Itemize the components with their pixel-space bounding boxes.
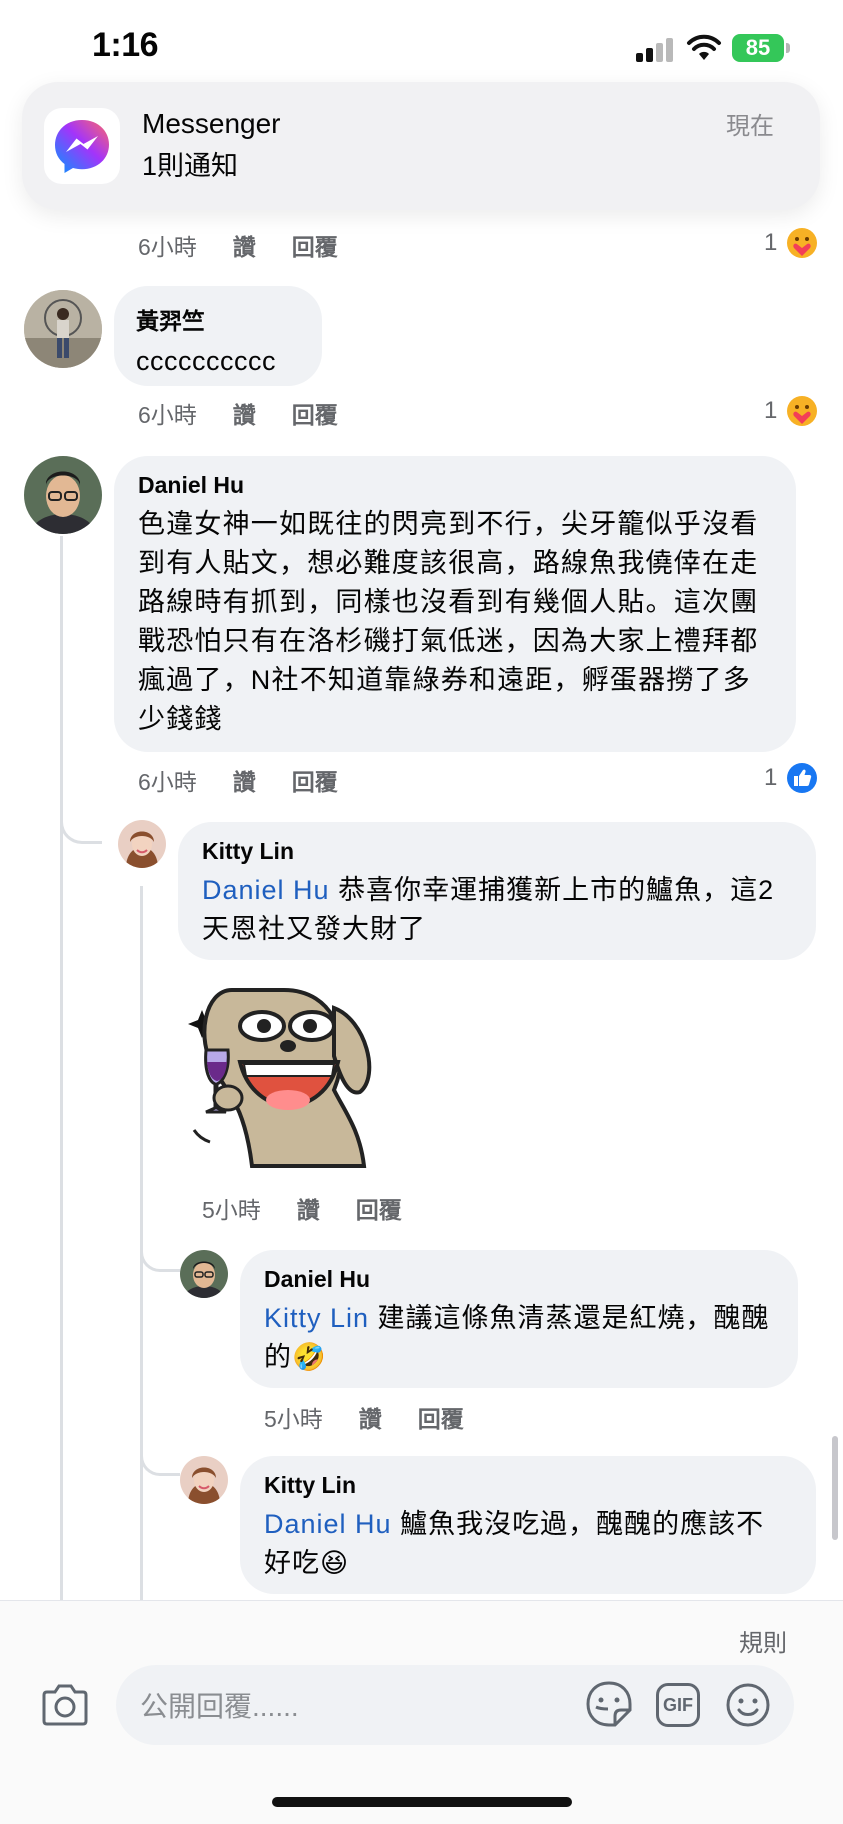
gif-icon[interactable]: GIF bbox=[656, 1683, 700, 1727]
reply-composer: 規則 公開回覆...... GIF bbox=[0, 1600, 843, 1824]
dog-wine-sticker[interactable] bbox=[184, 980, 394, 1170]
comment-author[interactable]: Kitty Lin bbox=[264, 1472, 792, 1499]
emoji-icon[interactable] bbox=[724, 1681, 772, 1729]
comment-bubble[interactable]: Kitty Lin Daniel Hu 恭喜你幸運捕獲新上市的鱸魚，這2天恩社又… bbox=[178, 822, 816, 960]
reply-button[interactable]: 回覆 bbox=[356, 1191, 402, 1225]
comment-bubble[interactable]: Kitty Lin Daniel Hu 鱸魚我沒吃過，醜醜的應該不好吃😆 bbox=[240, 1456, 816, 1594]
care-reaction-icon bbox=[787, 396, 818, 426]
reaction-count: 1 bbox=[764, 229, 778, 256]
avatar[interactable] bbox=[24, 456, 102, 534]
reply-button[interactable]: 回覆 bbox=[292, 763, 338, 797]
avatar[interactable] bbox=[118, 820, 166, 868]
comment-author[interactable]: Daniel Hu bbox=[138, 472, 772, 499]
reaction-summary[interactable]: 1 bbox=[764, 761, 819, 795]
reply-placeholder: 公開回覆...... bbox=[140, 1691, 299, 1722]
reaction-summary[interactable]: 1 bbox=[764, 394, 819, 428]
comment-time: 6小時 bbox=[138, 234, 197, 260]
comment-bubble[interactable]: Daniel Hu Kitty Lin 建議這條魚清蒸還是紅燒，醜醜的🤣 bbox=[240, 1250, 798, 1388]
mention-link[interactable]: Daniel Hu bbox=[264, 1509, 392, 1539]
thread-connector-nested bbox=[140, 1440, 180, 1476]
avatar[interactable] bbox=[180, 1456, 228, 1504]
camera-icon[interactable] bbox=[40, 1683, 90, 1727]
like-button[interactable]: 讚 bbox=[297, 1191, 320, 1225]
comment-text-line: Daniel Hu 恭喜你幸運捕獲新上市的鱸魚，這2天恩社又發大財了 bbox=[202, 871, 792, 949]
battery-nub bbox=[786, 43, 790, 53]
thread-line bbox=[60, 536, 63, 1600]
mention-link[interactable]: Kitty Lin bbox=[264, 1303, 369, 1333]
cellular-signal-icon bbox=[636, 38, 676, 62]
reply-input[interactable]: 公開回覆...... GIF bbox=[116, 1665, 794, 1745]
thread-connector bbox=[60, 800, 102, 844]
gif-label: GIF bbox=[663, 1695, 693, 1715]
reply-button[interactable]: 回覆 bbox=[292, 228, 338, 262]
like-button[interactable]: 讚 bbox=[233, 228, 256, 262]
reaction-count: 1 bbox=[764, 764, 778, 791]
comment-text: cccccccccc bbox=[136, 346, 276, 376]
like-reaction-icon bbox=[787, 763, 818, 793]
like-button[interactable]: 讚 bbox=[233, 763, 256, 797]
comment-text-line: Daniel Hu 鱸魚我沒吃過，醜醜的應該不好吃😆 bbox=[264, 1505, 792, 1583]
reply-button[interactable]: 回覆 bbox=[418, 1400, 464, 1434]
comment-bubble[interactable]: 黃羿竺 cccccccccc bbox=[114, 286, 322, 386]
rules-link[interactable]: 規則 bbox=[739, 1623, 787, 1658]
mention-link[interactable]: Daniel Hu bbox=[202, 875, 330, 905]
reaction-summary[interactable]: 1 bbox=[764, 226, 819, 260]
notification-app-name: Messenger bbox=[142, 108, 281, 139]
home-indicator[interactable] bbox=[272, 1797, 572, 1807]
like-button[interactable]: 讚 bbox=[233, 396, 256, 430]
comment-time: 5小時 bbox=[264, 1406, 323, 1432]
avatar[interactable] bbox=[24, 290, 102, 368]
battery-indicator: 85 bbox=[732, 34, 784, 62]
status-bar: 1:16 85 bbox=[0, 0, 843, 90]
comment-meta: 6小時 讚 回覆 bbox=[138, 228, 338, 262]
comment-meta: 5小時 讚 回覆 bbox=[264, 1400, 464, 1434]
comment-time: 6小時 bbox=[138, 769, 197, 795]
like-button[interactable]: 讚 bbox=[359, 1400, 382, 1434]
messenger-notification[interactable]: Messenger 1則通知 現在 bbox=[22, 82, 820, 210]
comment-meta: 5小時 讚 回覆 bbox=[202, 1191, 402, 1225]
scrollbar[interactable] bbox=[832, 1436, 838, 1540]
comment-text-line: Kitty Lin 建議這條魚清蒸還是紅燒，醜醜的🤣 bbox=[264, 1299, 774, 1377]
comment-author[interactable]: 黃羿竺 bbox=[136, 302, 300, 336]
comment-author[interactable]: Kitty Lin bbox=[202, 838, 792, 865]
comment-text: 色違女神一如既往的閃亮到不行，尖牙籠似乎沒看到有人貼文，想必難度該很高，路線魚我… bbox=[138, 509, 759, 734]
laughing-emoji: 😆 bbox=[320, 1548, 350, 1578]
avatar[interactable] bbox=[180, 1250, 228, 1298]
comment-meta: 6小時 讚 回覆 bbox=[138, 396, 338, 430]
reply-button[interactable]: 回覆 bbox=[292, 396, 338, 430]
reaction-count: 1 bbox=[764, 397, 778, 424]
wifi-icon bbox=[687, 34, 721, 60]
comment-time: 6小時 bbox=[138, 402, 197, 428]
comment-bubble[interactable]: Daniel Hu 色違女神一如既往的閃亮到不行，尖牙籠似乎沒看到有人貼文，想必… bbox=[114, 456, 796, 752]
comment-author[interactable]: Daniel Hu bbox=[264, 1266, 774, 1293]
rofl-emoji: 🤣 bbox=[292, 1342, 327, 1372]
notification-time: 現在 bbox=[726, 113, 774, 140]
comment-meta: 6小時 讚 回覆 bbox=[138, 763, 338, 797]
status-time: 1:16 bbox=[92, 26, 159, 64]
care-reaction-icon bbox=[787, 228, 818, 258]
comment-time: 5小時 bbox=[202, 1197, 261, 1223]
sticker-icon[interactable] bbox=[584, 1679, 634, 1729]
messenger-app-icon bbox=[44, 108, 120, 184]
notification-body: 1則通知 bbox=[142, 151, 239, 181]
thread-connector-nested bbox=[140, 1236, 180, 1272]
